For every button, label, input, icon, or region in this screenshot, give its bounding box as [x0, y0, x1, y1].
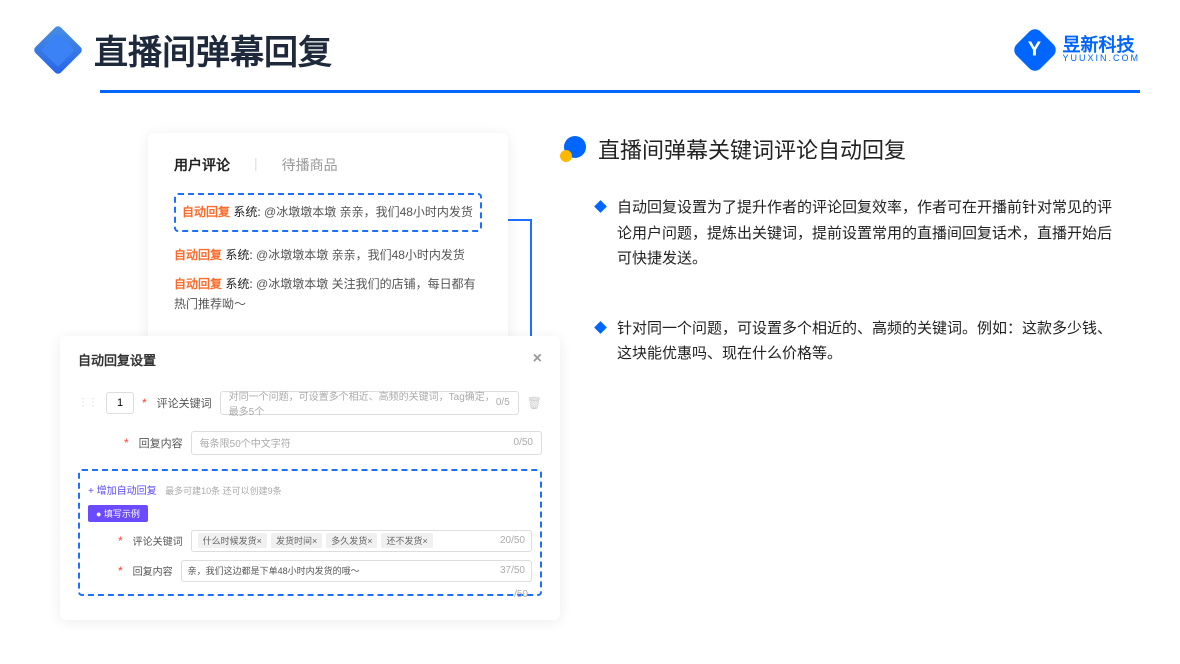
reply-system: 系统:: [225, 277, 252, 291]
section-icon: [560, 136, 586, 162]
brand-name: 昱新科技: [1062, 36, 1140, 54]
reply-text: @冰墩墩本墩 亲亲，我们48小时内发货: [256, 248, 465, 262]
delete-icon[interactable]: 🗑: [527, 396, 542, 410]
add-auto-reply-link[interactable]: + 增加自动回复: [88, 486, 157, 497]
keyword-input[interactable]: 对同一个问题，可设置多个相近、高频的关键词，Tag确定，最多5个 0/5: [220, 391, 519, 415]
required-dot: *: [124, 436, 129, 450]
comments-panel: 用户评论 | 待播商品 自动回复 系统: @冰墩墩本墩 亲亲，我们48小时内发货…: [148, 133, 508, 346]
brand-logo: Y 昱新科技 YUUXIN.COM: [1018, 33, 1140, 67]
list-item: 自动回复 系统: @冰墩墩本墩 亲亲，我们48小时内发货: [174, 246, 482, 265]
char-count: 0/5: [496, 397, 510, 408]
example-keyword-input[interactable]: 什么时候发货× 发货时间× 多久发货× 还不发货× 20/50: [191, 530, 532, 552]
close-icon[interactable]: ×: [533, 350, 542, 368]
reply-tag: 自动回复: [174, 248, 222, 262]
outer-count: /50: [514, 589, 528, 600]
add-quota-note: 最多可建10条 还可以创建9条: [165, 486, 282, 496]
auto-reply-settings-panel: 自动回复设置 × ⋮⋮ 1 * 评论关键词 对同一个问题，可设置多个相近、高频的…: [60, 336, 560, 620]
drag-handle-icon[interactable]: ⋮⋮: [78, 397, 98, 408]
page-title: 直播间弹幕回复: [94, 25, 332, 74]
highlighted-reply: 自动回复 系统: @冰墩墩本墩 亲亲，我们48小时内发货: [174, 193, 482, 232]
bullet-text: 自动回复设置为了提升作者的评论回复效率，作者可在开播前针对常见的评论用户问题，提…: [617, 195, 1120, 272]
placeholder: 每条限50个中文字符: [200, 435, 291, 450]
ex-label-keyword: 评论关键词: [133, 533, 183, 548]
required-dot: *: [118, 564, 123, 578]
reply-input[interactable]: 每条限50个中文字符 0/50: [191, 431, 542, 455]
page-header: 直播间弹幕回复 Y 昱新科技 YUUXIN.COM: [0, 0, 1180, 74]
section-heading: 直播间弹幕关键词评论自动回复: [598, 133, 906, 165]
tab-divider: |: [254, 155, 258, 175]
cube-icon: [33, 24, 84, 75]
label-keyword: 评论关键词: [157, 395, 212, 411]
brand-sub: YUUXIN.COM: [1062, 54, 1140, 63]
tag-chip[interactable]: 还不发货×: [381, 533, 432, 548]
required-dot: *: [142, 396, 147, 410]
diamond-icon: [594, 321, 607, 334]
list-item: 针对同一个问题，可设置多个相近的、高频的关键词。例如：这款多少钱、这块能优惠吗、…: [560, 316, 1120, 367]
list-item: 自动回复设置为了提升作者的评论回复效率，作者可在开播前针对常见的评论用户问题，提…: [560, 195, 1120, 272]
reply-tag: 自动回复: [174, 277, 222, 291]
placeholder: 对同一个问题，可设置多个相近、高频的关键词，Tag确定，最多5个: [229, 388, 496, 418]
bullet-text: 针对同一个问题，可设置多个相近的、高频的关键词。例如：这款多少钱、这块能优惠吗、…: [617, 316, 1120, 367]
required-dot: *: [118, 534, 123, 548]
brand-icon: Y: [1011, 25, 1059, 73]
label-reply: 回复内容: [139, 435, 183, 451]
settings-title: 自动回复设置: [78, 350, 156, 369]
index-input[interactable]: 1: [106, 392, 134, 414]
example-badge: ● 填写示例: [88, 505, 148, 522]
example-reply-value: 亲，我们这边都是下单48小时内发货的哦～: [188, 564, 360, 577]
reply-tag: 自动回复: [182, 205, 230, 219]
example-section: + 增加自动回复 最多可建10条 还可以创建9条 ● 填写示例 * 评论关键词 …: [78, 469, 542, 596]
connector-line: [508, 219, 530, 221]
char-count: 0/50: [514, 437, 533, 448]
char-count: 37/50: [500, 565, 525, 576]
diamond-icon: [594, 200, 607, 213]
reply-system: 系统:: [225, 248, 252, 262]
tag-chip[interactable]: 多久发货×: [326, 533, 377, 548]
example-reply-input[interactable]: 亲，我们这边都是下单48小时内发货的哦～ 37/50: [181, 560, 532, 582]
reply-system: 系统:: [233, 205, 260, 219]
reply-text: @冰墩墩本墩 亲亲，我们48小时内发货: [264, 205, 473, 219]
ex-label-reply: 回复内容: [133, 563, 173, 578]
tab-user-comments[interactable]: 用户评论: [174, 155, 230, 175]
tag-chip[interactable]: 什么时候发货×: [198, 533, 267, 548]
tag-chip[interactable]: 发货时间×: [271, 533, 322, 548]
list-item: 自动回复 系统: @冰墩墩本墩 关注我们的店铺，每日都有热门推荐呦～: [174, 275, 482, 313]
tab-pending-goods[interactable]: 待播商品: [282, 155, 338, 175]
char-count: 20/50: [500, 535, 525, 546]
